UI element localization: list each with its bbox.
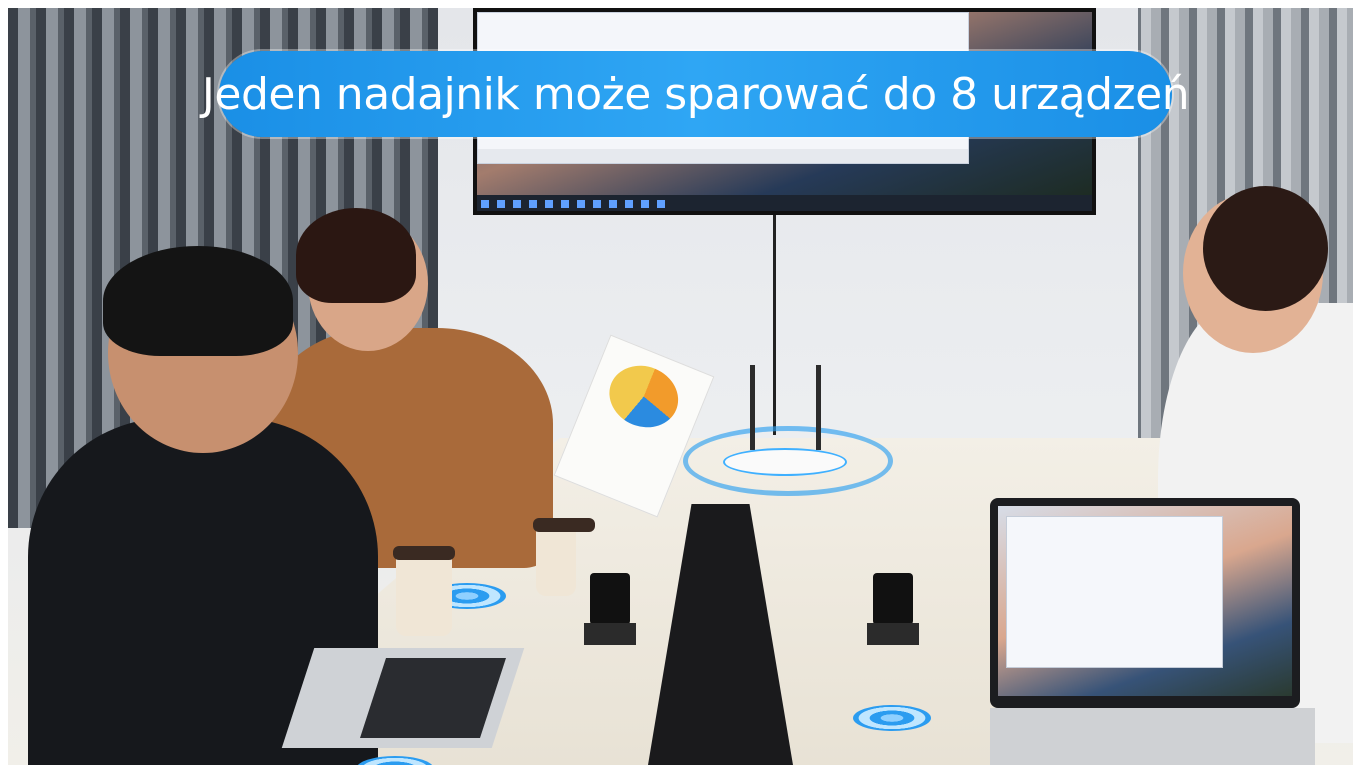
display-cable	[773, 215, 776, 435]
laptop-right-keyboard	[990, 708, 1315, 765]
taskbar-app-icon	[513, 200, 521, 208]
taskbar-app-icon	[561, 200, 569, 208]
woman-right-hair	[1203, 186, 1328, 311]
taskbar-app-icon	[497, 200, 505, 208]
photo-scene: Jeden nadajnik może sparować do 8 urządz…	[8, 8, 1353, 765]
display-taskbar	[477, 195, 1092, 211]
router-antenna-left	[750, 365, 755, 450]
taskbar-app-icon	[609, 200, 617, 208]
laptop-right-screen	[998, 506, 1292, 696]
taskbar-app-icon	[641, 200, 649, 208]
coffee-cup	[533, 518, 595, 596]
taskbar-app-icon	[577, 200, 585, 208]
router-icon	[723, 448, 847, 476]
laptop-app-window	[1006, 516, 1223, 668]
taskbar-app-icon	[529, 200, 537, 208]
taskbar-app-icon	[481, 200, 489, 208]
receiver-icon	[584, 573, 636, 645]
woman-left-hair	[296, 208, 416, 303]
laptop-right	[990, 498, 1300, 708]
taskbar-app-icon	[625, 200, 633, 208]
headline-banner: Jeden nadajnik może sparować do 8 urządz…	[202, 51, 1190, 137]
display-window-statusbar	[478, 149, 968, 163]
coffee-cup	[393, 546, 455, 636]
receiver-icon	[867, 573, 919, 645]
taskbar-app-icon	[593, 200, 601, 208]
headline-text: Jeden nadajnik może sparować do 8 urządz…	[201, 68, 1190, 120]
router-antenna-right	[816, 365, 821, 450]
transmitter-icon	[853, 705, 931, 731]
taskbar-app-icon	[545, 200, 553, 208]
man-foreground-hair	[103, 246, 293, 356]
taskbar-app-icon	[657, 200, 665, 208]
